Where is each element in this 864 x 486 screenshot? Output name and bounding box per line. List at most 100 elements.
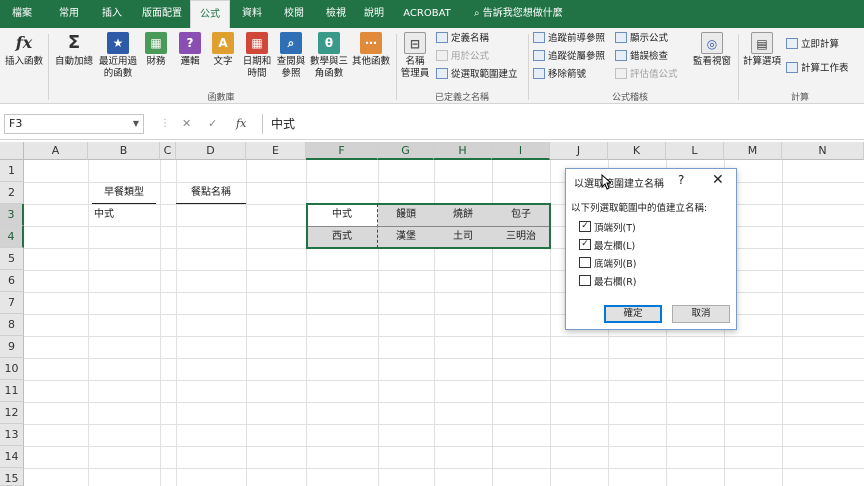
logical-button[interactable]: ? 邏輯 — [174, 32, 206, 68]
bottom-row-checkbox[interactable] — [579, 257, 591, 268]
tab-view[interactable]: 檢視 — [316, 0, 356, 28]
close-icon[interactable]: ✕ — [712, 172, 724, 188]
column-header-j[interactable]: J — [550, 142, 608, 160]
tab-data[interactable]: 資料 — [232, 0, 272, 28]
left-column-label[interactable]: 最左欄(L) — [594, 238, 635, 252]
top-row-checkbox[interactable]: ✓ — [579, 221, 591, 232]
right-column-checkbox[interactable] — [579, 275, 591, 286]
lookup-button[interactable]: ⌕ 查閱與 參照 — [274, 32, 308, 80]
top-row-label[interactable]: 頂端列(T) — [594, 220, 636, 234]
cell-b2[interactable]: 早餐類型 — [88, 182, 160, 204]
row-header-9[interactable]: 9 — [0, 336, 24, 358]
watch-window-button[interactable]: ◎ 監看視窗 — [690, 32, 734, 68]
row-header-11[interactable]: 11 — [0, 380, 24, 402]
confirm-entry-icon[interactable]: ✓ — [208, 114, 217, 134]
row-header-13[interactable]: 13 — [0, 424, 24, 446]
calculate-sheet-button[interactable]: 計算工作表 — [786, 62, 849, 76]
column-header-k[interactable]: K — [608, 142, 666, 160]
cell-d2[interactable]: 餐點名稱 — [176, 182, 246, 204]
ribbon-formulas: fx 插入函數 Σ 自動加總 ★ 最近用過 的函數 ▦ 財務 ? 邏輯 A 文字… — [0, 28, 864, 104]
tab-insert[interactable]: 插入 — [92, 0, 132, 28]
cell-h4[interactable]: 土司 — [434, 226, 492, 248]
insert-function-icon[interactable]: fx — [236, 114, 246, 134]
tab-acrobat[interactable]: ACROBAT — [398, 0, 456, 28]
name-manager-button[interactable]: ⊟ 名稱 管理員 — [398, 32, 432, 80]
column-header-b[interactable]: B — [88, 142, 160, 160]
tab-help[interactable]: 說明 — [356, 0, 392, 28]
cancel-entry-icon[interactable]: ✕ — [182, 114, 191, 134]
row-header-1[interactable]: 1 — [0, 160, 24, 182]
column-header-e[interactable]: E — [246, 142, 306, 160]
column-header-h[interactable]: H — [434, 142, 492, 160]
select-all-corner[interactable] — [0, 142, 24, 160]
name-box[interactable]: F3 ▼ — [4, 114, 144, 134]
tab-page-layout[interactable]: 版面配置 — [134, 0, 190, 28]
ribbon-tab-bar: 檔案 常用 插入 版面配置 公式 資料 校閱 檢視 說明 ACROBAT ⌕ 告… — [0, 0, 864, 28]
evaluate-formula-button[interactable]: 評估值公式 — [615, 68, 678, 82]
calc-options-button[interactable]: ▤ 計算選項 — [742, 32, 782, 68]
bottom-row-label[interactable]: 底端列(B) — [594, 256, 636, 270]
math-trig-button[interactable]: θ 數學與三 角函數 — [308, 32, 350, 80]
trace-dependents-button[interactable]: 追蹤從屬參照 — [533, 50, 605, 64]
datetime-button[interactable]: ▦ 日期和 時間 — [240, 32, 274, 80]
calculate-now-button[interactable]: 立即計算 — [786, 38, 839, 52]
right-column-label[interactable]: 最右欄(R) — [594, 274, 637, 288]
cell-f3[interactable]: 中式 — [306, 204, 378, 226]
cell-f4[interactable]: 西式 — [306, 226, 378, 248]
row-header-15[interactable]: 15 — [0, 468, 24, 486]
remove-arrows-button[interactable]: 移除箭號 — [533, 68, 586, 82]
insert-function-button[interactable]: fx 插入函數 — [4, 32, 44, 68]
row-header-3[interactable]: 3 — [0, 204, 24, 226]
formula-input[interactable]: 中式 — [262, 114, 860, 134]
column-header-f[interactable]: F — [306, 142, 378, 160]
text-button[interactable]: A 文字 — [208, 32, 238, 68]
tab-file[interactable]: 檔案 — [2, 0, 42, 28]
left-column-checkbox[interactable]: ✓ — [579, 239, 591, 250]
row-header-12[interactable]: 12 — [0, 402, 24, 424]
create-from-selection-button[interactable]: 從選取範圍建立 — [436, 68, 518, 82]
column-header-m[interactable]: M — [724, 142, 782, 160]
cancel-button[interactable]: 取消 — [672, 305, 730, 323]
column-header-n[interactable]: N — [782, 142, 864, 160]
cell-i3[interactable]: 包子 — [492, 204, 550, 226]
column-header-g[interactable]: G — [378, 142, 434, 160]
watch-window-icon: ◎ — [701, 32, 723, 54]
cell-underline — [176, 203, 246, 204]
column-header-i[interactable]: I — [492, 142, 550, 160]
create-names-dialog: 以選取範圍建立名稱 ? ✕ 以下列選取範圍中的值建立名稱: ✓ 頂端列(T) ✓… — [565, 168, 737, 330]
show-formulas-button[interactable]: 顯示公式 — [615, 32, 668, 46]
tell-me-box[interactable]: ⌕ 告訴我您想做什麼 — [474, 0, 563, 28]
row-header-7[interactable]: 7 — [0, 292, 24, 314]
cell-g4[interactable]: 漢堡 — [378, 226, 434, 248]
tab-home[interactable]: 常用 — [48, 0, 90, 28]
column-header-l[interactable]: L — [666, 142, 724, 160]
cell-h3[interactable]: 燒餅 — [434, 204, 492, 226]
chevron-down-icon[interactable]: ▼ — [133, 115, 139, 133]
financial-button[interactable]: ▦ 財務 — [140, 32, 172, 68]
recently-used-button[interactable]: ★ 最近用過 的函數 — [96, 32, 140, 80]
cell-i4[interactable]: 三明治 — [492, 226, 550, 248]
help-icon[interactable]: ? — [678, 173, 684, 187]
ok-button[interactable]: 確定 — [604, 305, 662, 323]
use-in-formula-button[interactable]: 用於公式 — [436, 50, 489, 64]
row-header-10[interactable]: 10 — [0, 358, 24, 380]
row-header-4[interactable]: 4 — [0, 226, 24, 248]
gridline — [246, 160, 247, 486]
more-functions-button[interactable]: ⋯ 其他函數 — [350, 32, 392, 68]
column-header-c[interactable]: C — [160, 142, 176, 160]
row-header-14[interactable]: 14 — [0, 446, 24, 468]
row-header-5[interactable]: 5 — [0, 248, 24, 270]
cell-b3[interactable]: 中式 — [94, 204, 160, 226]
column-header-d[interactable]: D — [176, 142, 246, 160]
row-header-8[interactable]: 8 — [0, 314, 24, 336]
autosum-button[interactable]: Σ 自動加總 — [52, 32, 96, 68]
row-header-6[interactable]: 6 — [0, 270, 24, 292]
error-checking-button[interactable]: 錯誤檢查 — [615, 50, 668, 64]
tab-review[interactable]: 校閱 — [274, 0, 314, 28]
trace-precedents-button[interactable]: 追蹤前導參照 — [533, 32, 605, 46]
column-header-a[interactable]: A — [24, 142, 88, 160]
row-header-2[interactable]: 2 — [0, 182, 24, 204]
cell-g3[interactable]: 饅頭 — [378, 204, 434, 226]
tab-formulas[interactable]: 公式 — [190, 0, 230, 28]
define-name-button[interactable]: 定義名稱 — [436, 32, 489, 46]
